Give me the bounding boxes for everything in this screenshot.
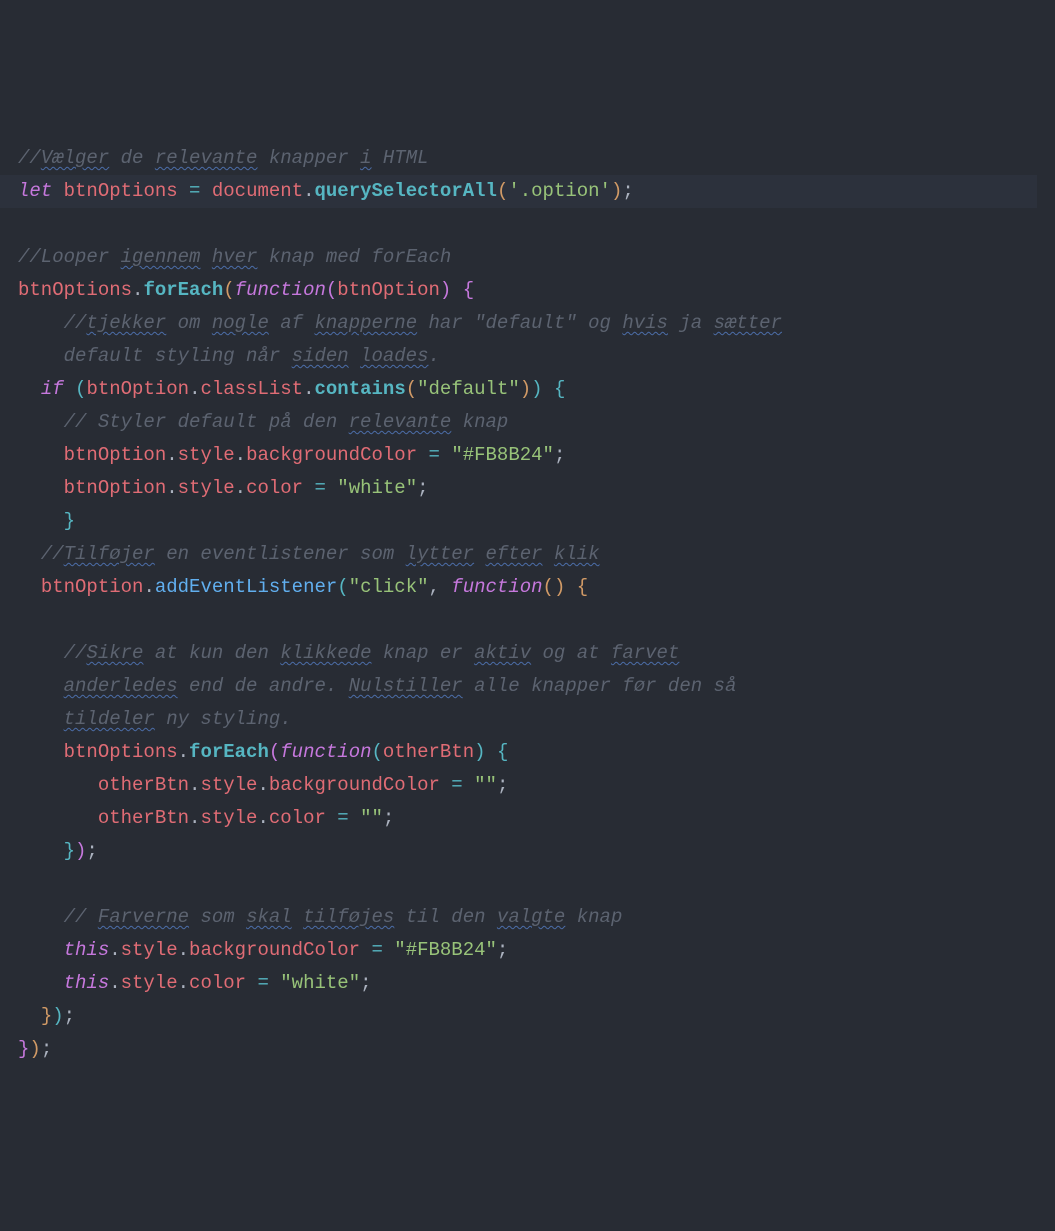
- code-line: btnOptions.forEach(function(otherBtn) {: [18, 736, 1055, 769]
- code-line: //Looper igennem hver knap med forEach: [18, 241, 1055, 274]
- code-line: btnOption.style.color = "white";: [18, 472, 1055, 505]
- code-line: if (btnOption.classList.contains("defaul…: [18, 373, 1055, 406]
- code-line: //Sikre at kun den klikkede knap er akti…: [18, 637, 1055, 670]
- code-line: otherBtn.style.backgroundColor = "";: [18, 769, 1055, 802]
- code-line: }: [18, 505, 1055, 538]
- code-line-active: let btnOptions = document.querySelectorA…: [0, 175, 1037, 208]
- code-line: tildeler ny styling.: [18, 703, 1055, 736]
- code-line: //Tilføjer en eventlistener som lytter e…: [18, 538, 1055, 571]
- code-line: [18, 208, 1055, 241]
- code-editor[interactable]: //Vælger de relevante knapper i HTMLlet …: [18, 142, 1055, 1066]
- code-line: // Farverne som skal tilføjes til den va…: [18, 901, 1055, 934]
- code-line: this.style.backgroundColor = "#FB8B24";: [18, 934, 1055, 967]
- code-line: default styling når siden loades.: [18, 340, 1055, 373]
- code-line: btnOptions.forEach(function(btnOption) {: [18, 274, 1055, 307]
- code-line: otherBtn.style.color = "";: [18, 802, 1055, 835]
- code-line: btnOption.style.backgroundColor = "#FB8B…: [18, 439, 1055, 472]
- code-line: // Styler default på den relevante knap: [18, 406, 1055, 439]
- code-line: //tjekker om nogle af knapperne har "def…: [18, 307, 1055, 340]
- code-line: });: [18, 835, 1055, 868]
- code-line: this.style.color = "white";: [18, 967, 1055, 1000]
- code-line: anderledes end de andre. Nulstiller alle…: [18, 670, 1055, 703]
- code-line: [18, 604, 1055, 637]
- code-line: btnOption.addEventListener("click", func…: [18, 571, 1055, 604]
- code-line: //Vælger de relevante knapper i HTML: [18, 142, 1055, 175]
- code-line: });: [18, 1000, 1055, 1033]
- code-line: });: [18, 1033, 1055, 1066]
- code-line: [18, 868, 1055, 901]
